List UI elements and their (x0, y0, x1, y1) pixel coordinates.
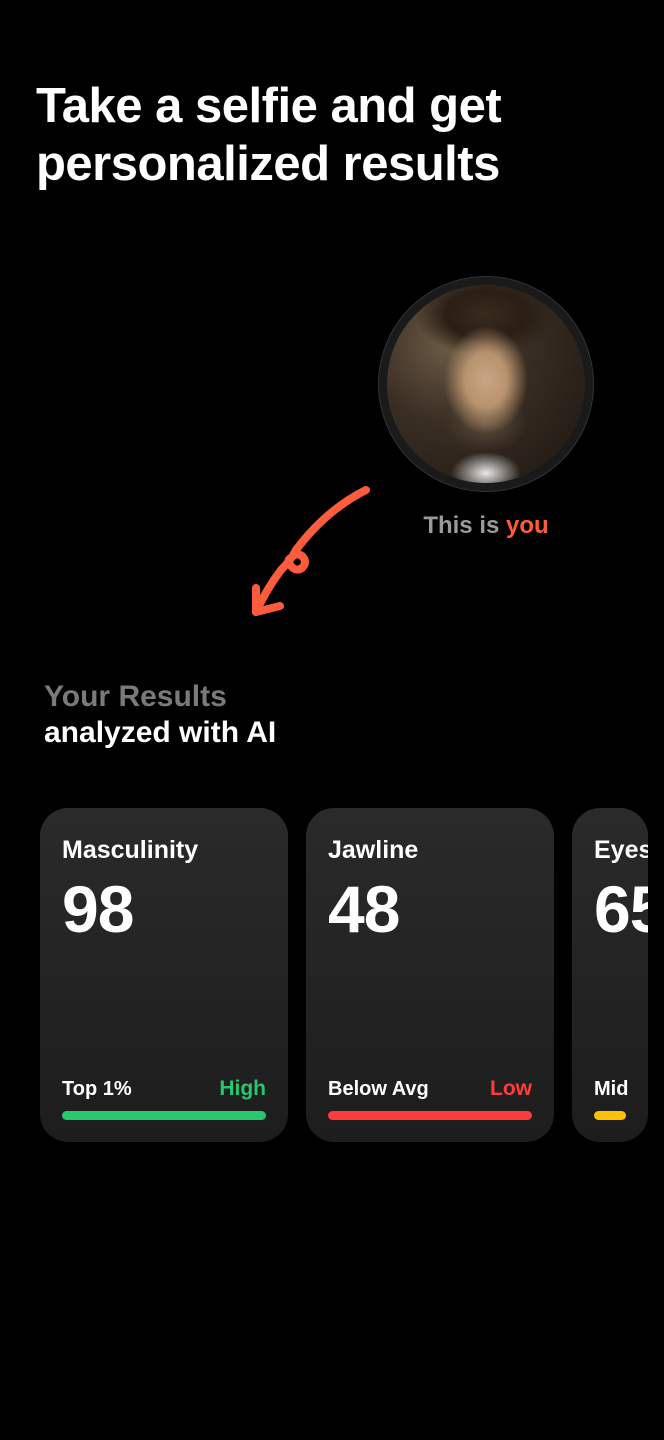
card-progress-bar (62, 1111, 266, 1120)
card-title: Jawline (328, 836, 532, 865)
results-header-line2: analyzed with AI (44, 716, 276, 750)
avatar-section: This is you (378, 276, 594, 540)
results-header-line1: Your Results (44, 680, 276, 714)
card-title: Eyes (594, 836, 626, 865)
results-cards-row[interactable]: Masculinity 98 Top 1% High Jawline 48 Be… (40, 808, 648, 1142)
card-title: Masculinity (62, 836, 266, 865)
card-rank: Mid (594, 1078, 628, 1101)
card-level: High (219, 1077, 266, 1101)
card-rank: Top 1% (62, 1078, 132, 1101)
page-headline: Take a selfie and get personalized resul… (0, 0, 664, 194)
avatar-caption-highlight: you (506, 512, 549, 539)
result-card-eyes[interactable]: Eyes 65 Mid (572, 808, 648, 1142)
result-card-masculinity[interactable]: Masculinity 98 Top 1% High (40, 808, 288, 1142)
card-level: Low (490, 1077, 532, 1101)
card-rank: Below Avg (328, 1078, 429, 1101)
card-progress-bar (594, 1111, 626, 1120)
card-score: 65 (594, 871, 626, 947)
avatar-caption: This is you (378, 512, 594, 540)
avatar-image (387, 285, 585, 483)
card-progress-bar (328, 1111, 532, 1120)
avatar-ring[interactable] (378, 276, 594, 492)
card-score: 98 (62, 871, 266, 947)
arrow-icon (236, 480, 396, 640)
avatar-caption-prefix: This is (423, 512, 506, 539)
result-card-jawline[interactable]: Jawline 48 Below Avg Low (306, 808, 554, 1142)
card-score: 48 (328, 871, 532, 947)
results-header: Your Results analyzed with AI (44, 680, 276, 750)
